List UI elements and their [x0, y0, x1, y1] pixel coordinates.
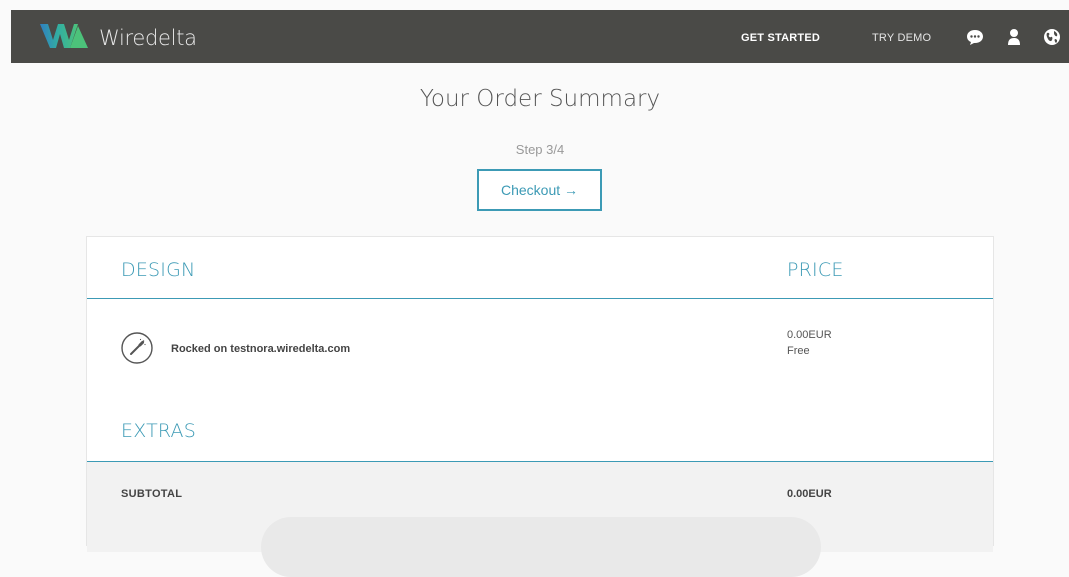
bottom-panel — [261, 517, 821, 577]
brand-name[interactable]: Wiredelta — [99, 26, 197, 50]
wand-icon — [121, 332, 153, 364]
subtotal-label: SUBTOTAL — [121, 488, 183, 500]
top-navigation-bar: Wiredelta GET STARTED TRY DEMO — [11, 10, 1069, 63]
design-heading: DESIGN — [121, 259, 196, 281]
page-title: Your Order Summary — [419, 86, 661, 112]
order-summary-card: DESIGN PRICE Rocked on testnora.wiredelt… — [86, 236, 994, 577]
subtotal-value: 0.00EUR — [787, 488, 832, 500]
extras-heading: EXTRAS — [121, 420, 196, 442]
globe-icon[interactable] — [1042, 27, 1062, 47]
checkout-button[interactable]: Checkout → — [477, 169, 602, 211]
try-demo-link[interactable]: TRY DEMO — [872, 32, 931, 44]
price-heading: PRICE — [787, 259, 844, 281]
design-item-price-note: Free — [787, 345, 810, 357]
design-item-price: 0.00EUR — [787, 329, 832, 341]
user-icon[interactable] — [1004, 27, 1024, 47]
wiredelta-logo-icon[interactable] — [40, 22, 88, 50]
step-indicator: Step 3/4 — [515, 142, 565, 157]
get-started-link[interactable]: GET STARTED — [741, 32, 820, 44]
design-item-label: Rocked on testnora.wiredelta.com — [171, 343, 351, 355]
chat-icon[interactable] — [965, 27, 985, 47]
divider — [87, 298, 993, 299]
design-item-price-block: 0.00EUR Free — [787, 327, 832, 359]
